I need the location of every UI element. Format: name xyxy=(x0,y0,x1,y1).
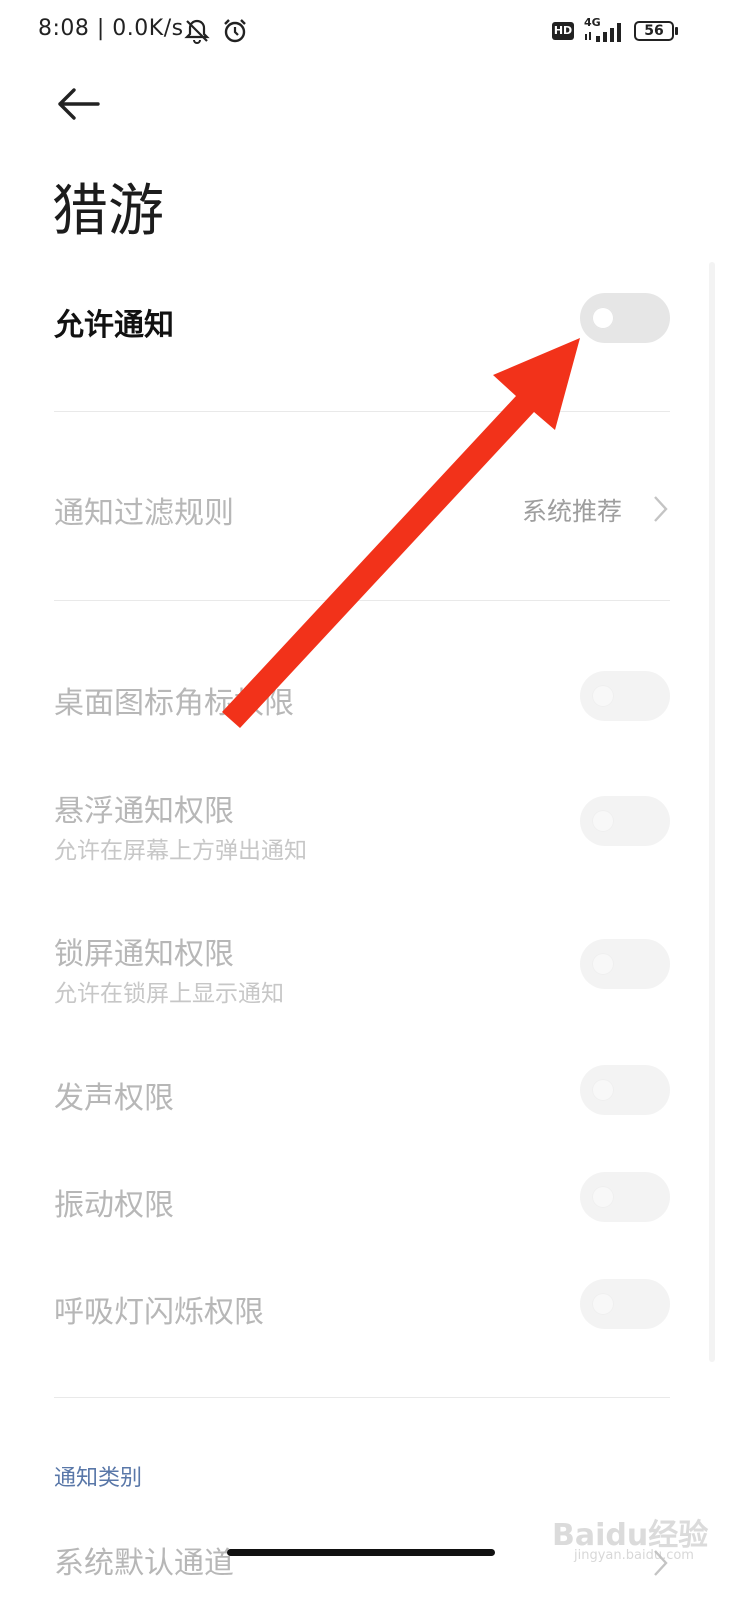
category-default-channel[interactable]: 系统默认通道 xyxy=(54,1538,234,1600)
permission-floating-label: 悬浮通知权限 xyxy=(54,794,234,829)
toggle-knob xyxy=(592,953,614,975)
chevron-right-icon xyxy=(654,496,668,522)
status-bar: 8:08 | 0.0K/s HD 4G 56 xyxy=(0,0,738,64)
battery-tip xyxy=(675,27,678,35)
permission-floating-toggle[interactable] xyxy=(580,796,670,846)
annotation-arrow-icon xyxy=(222,338,580,728)
hd-badge: HD xyxy=(552,22,574,40)
toggle-knob xyxy=(592,1079,614,1101)
status-time-speed: 8:08 | 0.0K/s xyxy=(38,16,184,41)
home-indicator[interactable] xyxy=(227,1549,495,1556)
permission-lockscreen-sub: 允许在锁屏上显示通知 xyxy=(54,981,284,1007)
watermark-url: jingyan.baidu.com xyxy=(574,1548,694,1563)
permission-vibration-toggle[interactable] xyxy=(580,1172,670,1222)
permission-lockscreen-label: 锁屏通知权限 xyxy=(54,937,234,972)
permission-breathing-light-toggle[interactable] xyxy=(580,1279,670,1329)
back-arrow-icon[interactable] xyxy=(54,84,102,124)
toggle-knob xyxy=(592,810,614,832)
permission-vibration-label: 振动权限 xyxy=(54,1188,174,1223)
battery-level-text: 56 xyxy=(644,23,664,39)
permission-breathing-light-label: 呼吸灯闪烁权限 xyxy=(54,1295,264,1330)
scrollbar[interactable] xyxy=(709,262,715,1362)
allow-notifications-label: 允许通知 xyxy=(54,308,174,343)
alarm-icon xyxy=(224,19,246,43)
permission-lockscreen-toggle[interactable] xyxy=(580,939,670,989)
battery-icon: 56 xyxy=(634,21,674,41)
toggle-knob xyxy=(592,1293,614,1315)
permission-floating-sub: 允许在屏幕上方弹出通知 xyxy=(54,838,307,864)
permission-sound-label: 发声权限 xyxy=(54,1081,174,1116)
permission-sound-toggle[interactable] xyxy=(580,1065,670,1115)
page-title: 猎游 xyxy=(52,179,164,244)
notifications-muted-icon xyxy=(184,19,210,44)
signal-strength-icon xyxy=(585,23,621,42)
toggle-knob xyxy=(592,1186,614,1208)
baidu-watermark: Baidu经验 jingyan.baidu.com xyxy=(552,1506,720,1566)
section-header-categories: 通知类别 xyxy=(54,1466,143,1491)
divider xyxy=(54,1397,670,1398)
